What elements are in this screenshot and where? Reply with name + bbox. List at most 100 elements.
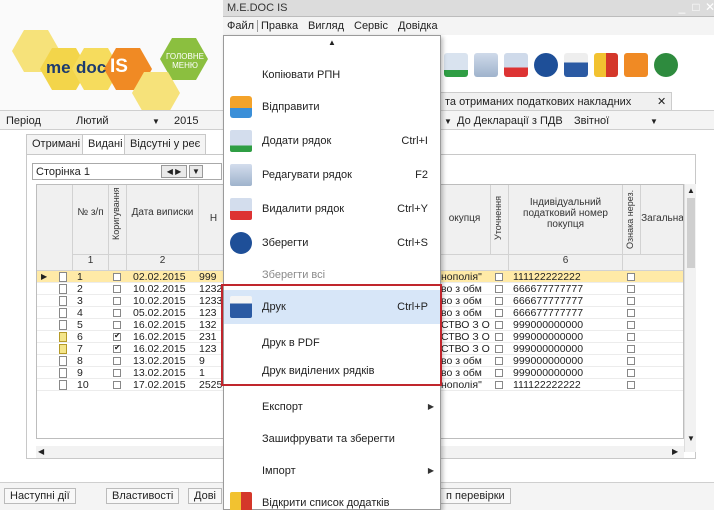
nonresident-checkbox[interactable] [627,368,635,377]
scroll-right-icon[interactable]: ▶ [672,447,678,456]
print-toolbar-icon[interactable] [564,53,588,77]
menu-item-6[interactable]: Зберегти Ctrl+S [224,226,440,260]
nonresident-checkbox[interactable] [627,332,635,341]
declaration-select[interactable]: До Декларації з ПДВ [457,115,563,127]
year-select[interactable]: 2015 [174,115,198,127]
menu-item-2[interactable]: Відправити [224,90,440,124]
tab-missing[interactable]: Відсутні у реє [124,134,207,154]
menu-scroll-up-icon[interactable]: ▲ [328,38,336,47]
correction-checkbox[interactable] [113,331,121,341]
nonresident-checkbox[interactable] [627,380,635,389]
correction-checkbox[interactable] [113,308,121,317]
maximize-button[interactable]: □ [689,0,703,14]
correction-checkbox[interactable] [113,296,121,305]
tab-received[interactable]: Отримані [26,134,87,154]
main-menu-button[interactable]: ГОЛОВНЕ МЕНЮ [164,52,206,70]
vertical-scrollbar[interactable]: ▲ ▼ [684,184,696,452]
box-toolbar-icon[interactable] [624,53,648,77]
clarification-checkbox[interactable] [495,320,503,329]
scroll-left-icon[interactable]: ◀ [38,447,44,456]
document-icon[interactable] [59,320,67,330]
menu-item-7[interactable]: Зберегти всі [224,258,440,292]
menu-help[interactable]: Довідка [398,20,438,32]
menu-item-12[interactable]: Зашифрувати та зберегти [224,422,440,456]
menu-item-13[interactable]: Імпорт ▶ [224,454,440,488]
document-icon[interactable] [59,332,67,342]
menu-file[interactable]: Файл [227,20,254,32]
document-tab-close-icon[interactable]: ✕ [657,95,666,108]
report-type-arrow-icon[interactable]: ▼ [650,117,658,126]
report-toolbar-icon[interactable] [594,53,618,77]
menu-item-11[interactable]: Експорт ▶ [224,390,440,424]
tab-checks[interactable]: п перевірки [440,488,511,504]
menu-item-4[interactable]: Редагувати рядок F2 [224,158,440,192]
nonresident-checkbox[interactable] [627,284,635,293]
menu-item-3[interactable]: Додати рядок Ctrl+I [224,124,440,158]
save-toolbar-icon[interactable] [534,53,558,77]
month-select[interactable]: Лютий [76,115,109,127]
col-header-utoch[interactable]: Уточнення [491,185,509,255]
correction-checkbox[interactable] [113,320,121,329]
col-header-oznaka[interactable]: Ознака нерез. [623,185,641,255]
correction-checkbox[interactable] [113,380,121,389]
page-dropdown-icon[interactable]: ▼ [189,165,203,178]
edit-row-toolbar-icon[interactable] [474,53,498,77]
document-icon[interactable] [59,272,67,282]
menu-edit[interactable]: Правка [261,20,298,32]
green-shape-toolbar-icon[interactable] [654,53,678,77]
document-icon[interactable] [59,368,67,378]
scroll-down-icon[interactable]: ▼ [687,434,695,443]
page-nav-buttons[interactable]: ◀ ▶ [161,165,187,178]
nonresident-checkbox[interactable] [627,320,635,329]
document-tab[interactable]: та отриманих податкових накладних ✕ [440,92,672,110]
clarification-checkbox[interactable] [495,332,503,341]
close-button[interactable]: ✕ [703,0,714,14]
nonresident-checkbox[interactable] [627,308,635,317]
document-icon[interactable] [59,380,67,390]
report-type-select[interactable]: Звітної [574,115,609,127]
menu-item-5[interactable]: Видалити рядок Ctrl+Y [224,192,440,226]
clarification-checkbox[interactable] [495,368,503,377]
tab-issued[interactable]: Видані [82,134,129,154]
tab-reference[interactable]: Дові [188,488,222,504]
clarification-checkbox[interactable] [495,308,503,317]
menu-service[interactable]: Сервіс [354,20,388,32]
nonresident-checkbox[interactable] [627,344,635,353]
page-selector[interactable]: Сторінка 1 ◀ ▶ ▼ [32,163,222,180]
document-icon[interactable] [59,284,67,294]
scroll-thumb[interactable] [687,198,695,268]
menu-view[interactable]: Вигляд [308,20,344,32]
col-header-korig[interactable]: Коригування [109,185,127,255]
col-header-zagal[interactable]: Загальна [641,185,683,255]
declaration-arrow-icon[interactable]: ▼ [444,117,452,126]
clarification-checkbox[interactable] [495,296,503,305]
delete-row-toolbar-icon[interactable] [504,53,528,77]
nonresident-checkbox[interactable] [627,296,635,305]
col-header-buyer[interactable]: окупця [439,185,491,255]
menu-item-8[interactable]: Друк Ctrl+P [224,290,440,324]
clarification-checkbox[interactable] [495,272,503,281]
correction-checkbox[interactable] [113,368,121,377]
col-header-num[interactable]: № з/п [73,185,109,255]
document-icon[interactable] [59,308,67,318]
clarification-checkbox[interactable] [495,356,503,365]
document-icon[interactable] [59,344,67,354]
col-header-date[interactable]: Дата виписки [127,185,199,255]
document-icon[interactable] [59,296,67,306]
add-row-toolbar-icon[interactable] [444,53,468,77]
clarification-checkbox[interactable] [495,380,503,389]
nonresident-checkbox[interactable] [627,356,635,365]
clarification-checkbox[interactable] [495,344,503,353]
nonresident-checkbox[interactable] [627,272,635,281]
correction-checkbox[interactable] [113,284,121,293]
correction-checkbox[interactable] [113,343,121,353]
month-select-arrow-icon[interactable]: ▼ [152,117,160,126]
minimize-button[interactable]: _ [675,0,689,14]
scroll-up-icon[interactable]: ▲ [687,186,695,195]
menu-item-1[interactable]: Копіювати РПН [224,58,440,92]
tab-properties[interactable]: Властивості [106,488,180,504]
correction-checkbox[interactable] [113,356,121,365]
clarification-checkbox[interactable] [495,284,503,293]
menu-item-14[interactable]: Відкрити список додатків [224,486,440,510]
tab-next-actions[interactable]: Наступні дії [4,488,76,504]
